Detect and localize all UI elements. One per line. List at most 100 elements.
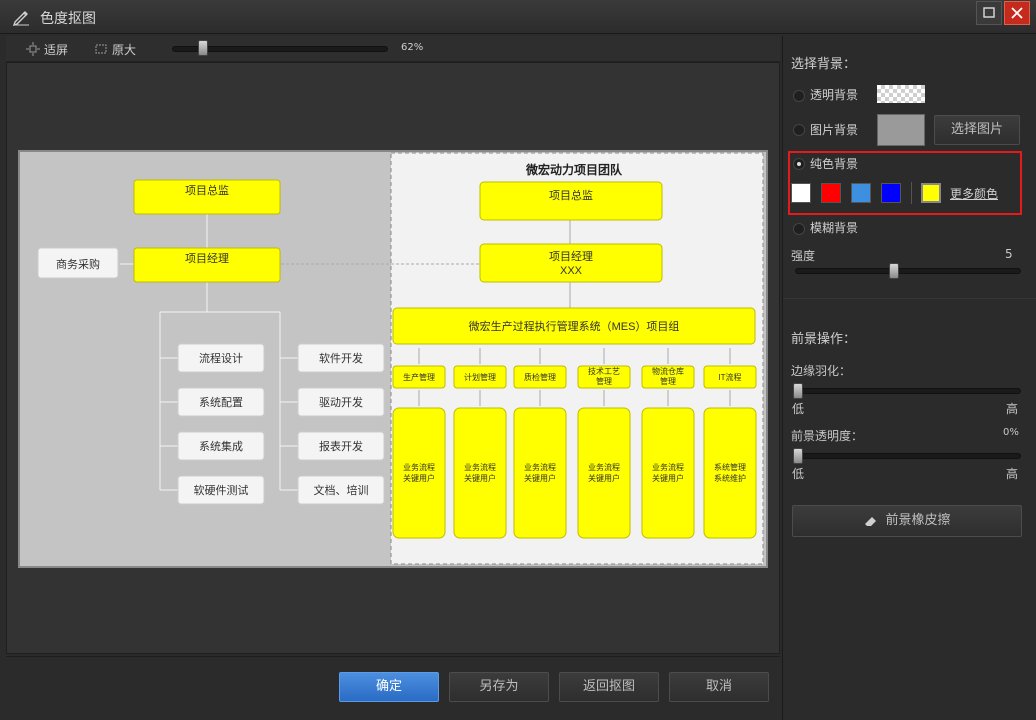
eraser-icon <box>865 516 877 526</box>
feather-low-label: 低 <box>792 402 805 416</box>
blur-bg-radio[interactable] <box>793 223 805 235</box>
transparent-bg-radio[interactable] <box>793 90 805 102</box>
dept-title: 质检管理 <box>524 372 556 382</box>
opacity-high-label: 高 <box>1006 467 1019 481</box>
opacity-value: 0% <box>1003 427 1019 438</box>
fit-screen-button[interactable]: 适屏 <box>44 41 68 58</box>
dept-title-line2: 管理 <box>596 376 612 386</box>
feather-slider[interactable] <box>795 388 1021 394</box>
zoom-slider-thumb[interactable] <box>197 40 208 56</box>
maximize-icon <box>983 7 995 18</box>
edit-pen-icon <box>12 11 29 26</box>
svg-text:项目经理: 项目经理 <box>549 250 593 263</box>
panel-separator <box>783 298 1036 299</box>
dept-role: 业务流程 <box>464 462 496 472</box>
opacity-slider-thumb[interactable] <box>793 448 803 464</box>
select-background-title: 选择背景： <box>791 57 857 72</box>
dept-title-line2: 管理 <box>660 376 676 386</box>
preview-image: 项目总监 项目经理 商务采购 流程设计 系统配置 系统集成 软硬件测试 软件开发… <box>18 150 768 568</box>
strength-label: 强度 <box>791 249 816 263</box>
red-swatch[interactable] <box>821 183 841 203</box>
cancel-button[interactable]: 取消 <box>669 672 769 702</box>
close-icon <box>1011 7 1023 19</box>
original-size-icon[interactable] <box>94 42 108 56</box>
foreground-eraser-label: 前景橡皮擦 <box>885 513 951 528</box>
dept-role-line2: 系统维护 <box>714 473 746 483</box>
dept-title: IT流程 <box>718 372 741 382</box>
image-bg-radio[interactable] <box>793 124 805 136</box>
solid-bg-radio[interactable] <box>793 158 805 170</box>
dept-column: 质检管理业务流程关键用户 <box>513 348 567 539</box>
transparent-preview <box>877 85 925 103</box>
report-dev-box: 报表开发 <box>297 431 385 461</box>
system-integration-box: 系统集成 <box>177 431 265 461</box>
save-as-button[interactable]: 另存为 <box>449 672 549 702</box>
svg-text:报表开发: 报表开发 <box>319 439 363 453</box>
fit-screen-icon[interactable] <box>26 42 40 56</box>
dept-role-line2: 关键用户 <box>588 473 620 483</box>
opacity-label: 前景透明度： <box>791 429 864 443</box>
dept-role: 系统管理 <box>714 462 746 472</box>
zoom-percent: 62% <box>401 42 424 53</box>
back-to-cutout-button[interactable]: 返回抠图 <box>559 672 659 702</box>
docs-training-box: 文档、培训 <box>297 475 385 505</box>
svg-text:软件开发: 软件开发 <box>319 351 363 365</box>
blue-swatch[interactable] <box>881 183 901 203</box>
svg-text:文档、培训: 文档、培训 <box>314 483 369 497</box>
team-title: 微宏动力项目团队 <box>525 162 623 177</box>
opacity-slider[interactable] <box>795 453 1021 459</box>
feather-high-label: 高 <box>1006 402 1019 416</box>
left-manager-box: 项目经理 <box>133 247 281 283</box>
close-button[interactable] <box>1004 1 1030 25</box>
dept-column: IT流程系统管理系统维护 <box>703 348 757 539</box>
svg-text:项目经理: 项目经理 <box>185 252 229 265</box>
image-bg-preview <box>877 114 925 146</box>
yellow-swatch[interactable] <box>921 183 941 203</box>
driver-dev-box: 驱动开发 <box>297 387 385 417</box>
dept-role: 业务流程 <box>403 462 435 472</box>
blur-bg-label[interactable]: 模糊背景 <box>810 219 858 236</box>
dept-role: 业务流程 <box>588 462 620 472</box>
system-config-box: 系统配置 <box>177 387 265 417</box>
choose-image-button[interactable]: 选择图片 <box>934 115 1020 145</box>
more-colors-link[interactable]: 更多颜色 <box>950 185 998 202</box>
white-swatch[interactable] <box>791 183 811 203</box>
left-director-box: 项目总监 <box>133 179 281 215</box>
strength-slider[interactable] <box>795 268 1021 274</box>
original-size-button[interactable]: 原大 <box>112 41 136 58</box>
right-manager-box: 项目经理 XXX <box>479 243 663 283</box>
title-bar: 色度抠图 <box>0 0 1036 34</box>
light-blue-swatch[interactable] <box>851 183 871 203</box>
svg-text:流程设计: 流程设计 <box>199 351 243 365</box>
confirm-button[interactable]: 确定 <box>339 672 439 702</box>
maximize-button[interactable] <box>976 1 1002 25</box>
strength-slider-thumb[interactable] <box>889 263 899 279</box>
dept-title: 生产管理 <box>403 372 435 382</box>
dept-title: 技术工艺 <box>588 366 620 376</box>
action-bar: 确定 另存为 返回抠图 取消 <box>6 656 780 714</box>
solid-bg-label[interactable]: 纯色背景 <box>810 155 858 172</box>
svg-text:系统集成: 系统集成 <box>199 439 243 453</box>
svg-text:微宏生产过程执行管理系统（MES）项目组: 微宏生产过程执行管理系统（MES）项目组 <box>469 319 680 333</box>
feather-slider-thumb[interactable] <box>793 383 803 399</box>
view-toolbar: 适屏 原大 62% <box>6 36 780 62</box>
flow-design-box: 流程设计 <box>177 343 265 373</box>
software-dev-box: 软件开发 <box>297 343 385 373</box>
image-bg-label[interactable]: 图片背景 <box>810 121 858 138</box>
dept-title: 计划管理 <box>464 372 496 382</box>
foreground-eraser-button[interactable]: 前景橡皮擦 <box>792 505 1022 537</box>
strength-value: 5 <box>1005 247 1013 261</box>
dept-role-line2: 关键用户 <box>464 473 496 483</box>
settings-panel: 选择背景： 透明背景 图片背景 选择图片 纯色背景 更多颜色 模糊背景 强度 5… <box>782 36 1036 720</box>
transparent-bg-label[interactable]: 透明背景 <box>810 86 858 103</box>
svg-text:软硬件测试: 软硬件测试 <box>194 483 249 497</box>
dept-role-line2: 关键用户 <box>403 473 435 483</box>
dept-role: 业务流程 <box>652 462 684 472</box>
mes-group-box: 微宏生产过程执行管理系统（MES）项目组 <box>392 307 756 345</box>
svg-text:系统配置: 系统配置 <box>199 396 243 409</box>
dept-title: 物流仓库 <box>652 366 684 376</box>
svg-text:驱动开发: 驱动开发 <box>319 395 363 409</box>
dept-role-line2: 关键用户 <box>524 473 556 483</box>
purchasing-box: 商务采购 <box>37 247 119 279</box>
dept-column: 物流仓库管理业务流程关键用户 <box>641 348 695 539</box>
